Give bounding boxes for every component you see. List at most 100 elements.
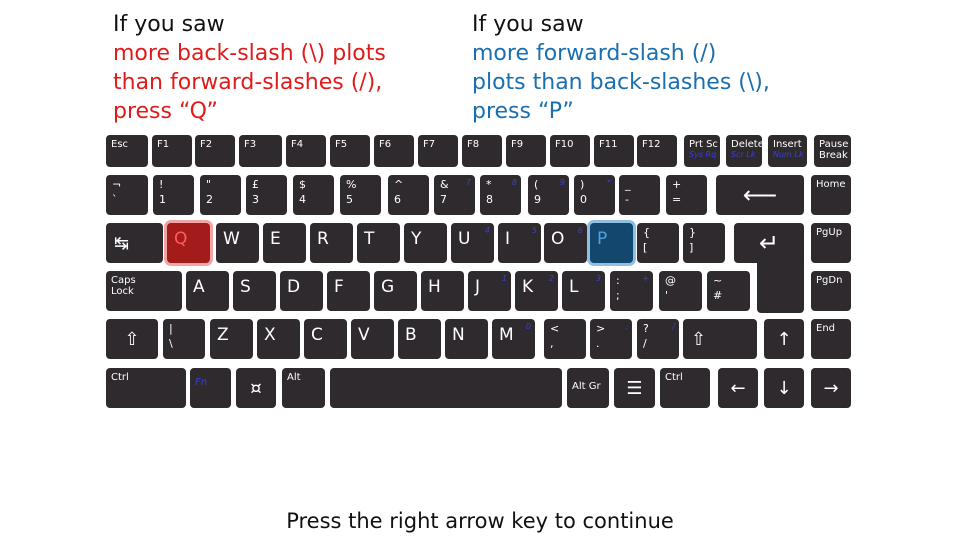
key-label: Caps [111, 275, 136, 286]
key-f1-label: F1 [157, 139, 170, 150]
key-label: - [625, 193, 629, 206]
key-label: , [550, 337, 554, 350]
key-h-label: H [428, 277, 441, 297]
key-f-label: F [334, 277, 344, 297]
key-label: 3 [595, 274, 601, 283]
key-label: ( [534, 178, 539, 191]
key-f12-label: F12 [642, 139, 661, 150]
key-arrow-up: ↑ [764, 319, 804, 359]
key-backslash: | \ [163, 319, 205, 359]
key-label: ' [665, 289, 669, 302]
key-label: * [486, 178, 492, 191]
key-f11-label: F11 [599, 139, 618, 150]
keyboard-image: Esc F1 F2 F3 F4 F5 F6 F7 F8 F9 F10 F11 F12 Prt Sc Sys … [106, 135, 851, 410]
key-prtsc: Prt Sc Sys Rq [684, 135, 720, 167]
key-a: A [186, 271, 229, 311]
key-b: B [398, 319, 441, 359]
key-z-label: Z [217, 325, 229, 345]
key-f8-label: F8 [467, 139, 480, 150]
key-num-3: £3 [246, 175, 287, 215]
key-f7-label: F7 [423, 139, 436, 150]
key-label: ; [616, 289, 620, 302]
key-esc-label: Esc [111, 139, 129, 150]
key-label: Alt [287, 372, 301, 383]
right-heading: If you saw [472, 12, 584, 37]
key-label: 6 [577, 226, 583, 235]
key-j-label: J [475, 277, 481, 297]
key-num-11: _ - [619, 175, 660, 215]
key-o-label: O [551, 229, 565, 249]
key-m: M0 [492, 319, 535, 359]
left-line-2: than forward-slashes (/), [113, 70, 383, 95]
key-a-label: A [193, 277, 205, 297]
key-f11: F11 [594, 135, 634, 167]
key-comma: <, [544, 319, 586, 359]
key-num-6: ^ 6 [388, 175, 429, 215]
key-label: 9 [559, 178, 565, 187]
key-l-label: L [569, 277, 579, 297]
key-label: } [689, 226, 696, 239]
key-w-label: W [223, 229, 240, 249]
key-label: 2 [548, 274, 554, 283]
key-label: / [643, 337, 647, 350]
key-win: ¤ [236, 368, 276, 408]
key-c-label: C [311, 325, 323, 345]
key-label: Alt Gr [572, 381, 601, 392]
key-f4-label: F4 [291, 139, 304, 150]
key-delete: Delete Scr Lk [726, 135, 762, 167]
key-shift-left: ⇧ [106, 319, 158, 359]
key-ctrl-left: Ctrl [106, 368, 186, 408]
key-f: F [327, 271, 370, 311]
key-label: * [607, 178, 611, 187]
key-num-8: * 8 8 [480, 175, 521, 215]
key-label: Scr Lk [731, 150, 756, 159]
key-label: Pause [819, 139, 849, 150]
key-label: 3 [252, 193, 259, 206]
left-line-1: more back-slash (\) plots [113, 41, 386, 66]
key-q: Q [167, 223, 210, 263]
key-end: End [811, 319, 851, 359]
key-f5: F5 [330, 135, 370, 167]
key-f8: F8 [462, 135, 502, 167]
tab-icon: ↹ [114, 232, 130, 254]
key-label: 8 [486, 193, 493, 206]
arrow-right-icon: → [823, 377, 839, 399]
key-num-7: & 7 7 [434, 175, 475, 215]
key-backtick: ¬ ` [106, 175, 148, 215]
shift-icon: ⇧ [691, 328, 707, 350]
key-label: Lock [111, 286, 134, 297]
key-f7: F7 [418, 135, 458, 167]
key-label: ) [580, 178, 585, 191]
key-label: Fn [195, 377, 208, 388]
key-k: K2 [515, 271, 558, 311]
key-label: 4 [484, 226, 490, 235]
key-q-label: Q [174, 229, 188, 249]
key-pause: Pause Break [814, 135, 851, 167]
key-num-1: ! 1 [153, 175, 194, 215]
menu-icon: ☰ [626, 377, 643, 399]
key-altgr: Alt Gr [567, 368, 609, 408]
key-p: P- [590, 223, 633, 263]
key-label: Home [816, 179, 846, 190]
key-i: I5 [498, 223, 541, 263]
key-f6: F6 [374, 135, 414, 167]
left-instruction: If you saw more back-slash (\) plots tha… [113, 10, 386, 126]
key-u: U4 [451, 223, 494, 263]
key-label: _ [625, 178, 631, 191]
key-label: < [550, 322, 560, 335]
key-x-label: X [264, 325, 276, 345]
key-y-label: Y [411, 229, 422, 249]
key-enter-lower [757, 253, 804, 313]
key-f9: F9 [506, 135, 546, 167]
key-num-9: (9 9 [528, 175, 569, 215]
key-label: 0 [525, 322, 531, 331]
key-label: Delete [731, 139, 762, 150]
key-label: ? [643, 322, 649, 335]
key-label: End [816, 323, 836, 334]
key-label: $ [299, 178, 306, 191]
key-f3-label: F3 [244, 139, 257, 150]
key-z: Z [210, 319, 253, 359]
key-u-label: U [458, 229, 471, 249]
key-r-label: R [317, 229, 329, 249]
key-capslock: Caps Lock [106, 271, 182, 311]
